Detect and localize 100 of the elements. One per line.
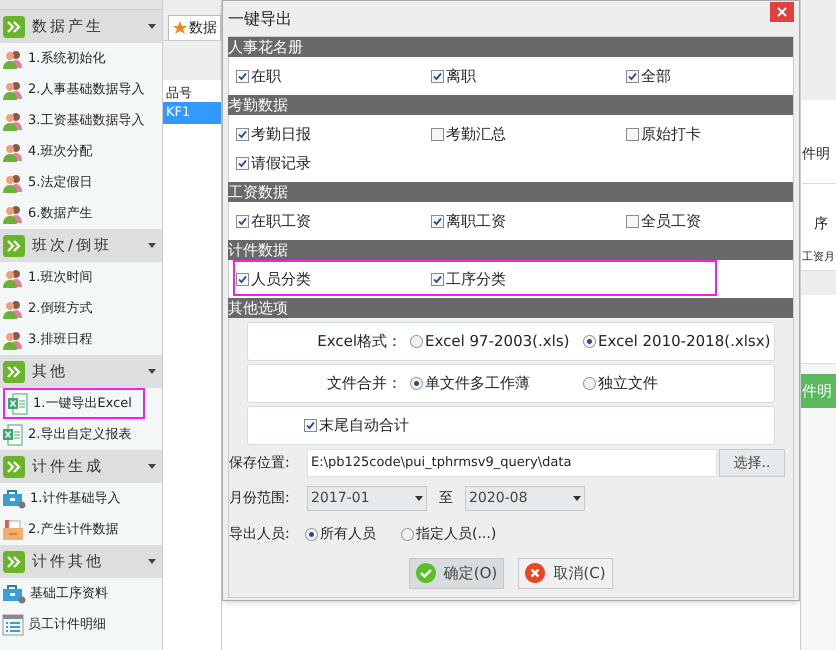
caret-icon: [573, 496, 581, 500]
checkbox-label: 工序分类: [446, 268, 506, 290]
group-title: 计件其他: [32, 551, 105, 572]
double-chevron-icon: [3, 234, 25, 256]
sidebar-item[interactable]: 1.班次时间: [0, 262, 162, 293]
cancel-button[interactable]: 取消(C): [518, 558, 613, 588]
sidebar-item[interactable]: 2.产生计件数据: [0, 514, 162, 545]
sidebar-item[interactable]: 2.人事基础数据导入: [0, 74, 162, 105]
checkbox-label: 请假记录: [251, 152, 311, 174]
double-chevron-icon: [3, 360, 25, 382]
tab[interactable]: 数据: [168, 15, 221, 40]
close-icon: [777, 7, 787, 17]
radio-button[interactable]: [305, 528, 318, 540]
group-title: 数据产生: [32, 16, 105, 38]
background-text: 件明: [802, 144, 836, 184]
radio-button[interactable]: [410, 377, 423, 390]
sidebar-item[interactable]: 员工计件明细: [0, 609, 162, 640]
field-label: 保存位置:: [229, 454, 291, 472]
sidebar-item[interactable]: 3.排班日程: [0, 324, 162, 355]
star-icon: [173, 21, 187, 35]
checkbox-label: 离职: [446, 66, 476, 87]
month-dropdown[interactable]: 2017-01: [307, 486, 427, 510]
column-header: 品号: [165, 85, 193, 102]
double-chevron-icon: [3, 456, 25, 478]
checkbox[interactable]: [431, 128, 444, 140]
checkbox[interactable]: [626, 214, 639, 228]
double-chevron-icon: [3, 16, 25, 38]
checkbox[interactable]: [236, 214, 249, 228]
checkbox-label: 原始打卡: [641, 124, 701, 145]
sidebar-item[interactable]: 4.班次分配: [0, 136, 162, 167]
check-icon: [416, 563, 436, 583]
month-dropdown[interactable]: 2020-08: [465, 486, 585, 510]
group-header[interactable]: 班次/倒班: [0, 229, 162, 262]
group-title: 计件生成: [32, 456, 105, 478]
checkbox-label: 末尾自动合计: [319, 415, 409, 436]
sidebar-item[interactable]: 3.工资基础数据导入: [0, 105, 162, 136]
radio-label: Excel 97-2003(.xls): [425, 331, 570, 352]
dialog-title: 一键导出: [228, 8, 292, 30]
background-text: 工资月: [802, 249, 835, 265]
checkbox-label: 全部: [641, 66, 671, 87]
field-label: 导出人员:: [229, 524, 291, 544]
sidebar-item[interactable]: 5.法定假日: [0, 167, 162, 198]
radio-button[interactable]: [410, 335, 423, 348]
radio-label: 指定人员(...): [416, 524, 496, 544]
sidebar-item[interactable]: 1.一键导出Excel: [3, 388, 145, 419]
spreadsheet-icon: [7, 392, 29, 414]
caret-icon: [148, 24, 156, 29]
group-header[interactable]: 计件其他: [0, 545, 162, 578]
group-header[interactable]: 其他: [0, 355, 162, 388]
sidebar-item[interactable]: 2.导出自定义报表: [0, 419, 162, 450]
checkbox[interactable]: [626, 70, 639, 82]
ok-button[interactable]: 确定(O): [409, 558, 504, 588]
checkbox[interactable]: [236, 156, 249, 170]
close-button[interactable]: [770, 2, 794, 22]
checkbox[interactable]: [236, 272, 249, 286]
section-header: 人事花名册: [228, 37, 793, 57]
checkbox-label: 人员分类: [251, 268, 311, 290]
sidebar-item[interactable]: 基础工序资料: [0, 578, 162, 609]
checkbox-label: 离职工资: [446, 210, 506, 232]
sidebar-item[interactable]: 1.系统初始化: [0, 43, 162, 74]
radio-button[interactable]: [583, 377, 596, 390]
checkbox[interactable]: [236, 128, 249, 140]
section-header: 计件数据: [228, 240, 793, 260]
checkbox[interactable]: [626, 128, 639, 140]
double-chevron-icon: [3, 550, 25, 572]
group-header[interactable]: 计件生成: [0, 450, 162, 483]
browse-button[interactable]: 选择..: [719, 449, 785, 477]
checkbox-label: 考勤汇总: [446, 124, 506, 145]
radio-button[interactable]: [401, 528, 414, 540]
checkbox[interactable]: [431, 70, 444, 82]
sidebar-item[interactable]: 6.数据产生: [0, 198, 162, 229]
field-label: 月份范围:: [229, 488, 291, 508]
background-text: 序: [813, 215, 828, 234]
radio-label: Excel 2010-2018(.xlsx): [598, 331, 770, 352]
section-header: 考勤数据: [228, 95, 793, 115]
path-field[interactable]: E:\pb125code\pui_tphrmsv9_query\data: [307, 449, 717, 477]
radio-label: 独立文件: [598, 373, 658, 394]
radio-label: 所有人员: [320, 524, 376, 544]
checkbox[interactable]: [236, 70, 249, 82]
caret-icon: [148, 464, 156, 469]
group-header[interactable]: 数据产生: [0, 10, 162, 43]
close-icon: [525, 563, 546, 583]
caret-icon: [415, 496, 423, 500]
group-title: 其他: [32, 361, 69, 382]
checkbox-label: 在职工资: [251, 210, 311, 232]
caret-icon: [148, 559, 156, 564]
caret-icon: [148, 243, 156, 248]
checkbox[interactable]: [431, 272, 444, 286]
radio-label: 单文件多工作薄: [425, 373, 530, 394]
sidebar-item[interactable]: 1.计件基础导入: [0, 483, 162, 514]
section-header: 其他选项: [228, 298, 793, 318]
checkbox[interactable]: [431, 214, 444, 228]
caret-icon: [148, 369, 156, 374]
option-label: Excel格式：: [316, 331, 403, 352]
group-title: 班次/倒班: [32, 235, 114, 256]
radio-button[interactable]: [583, 335, 596, 348]
range-separator: 至: [438, 488, 454, 508]
sidebar-item[interactable]: 2.倒班方式: [0, 293, 162, 324]
checkbox[interactable]: [304, 419, 317, 432]
section-header: 工资数据: [228, 182, 793, 202]
